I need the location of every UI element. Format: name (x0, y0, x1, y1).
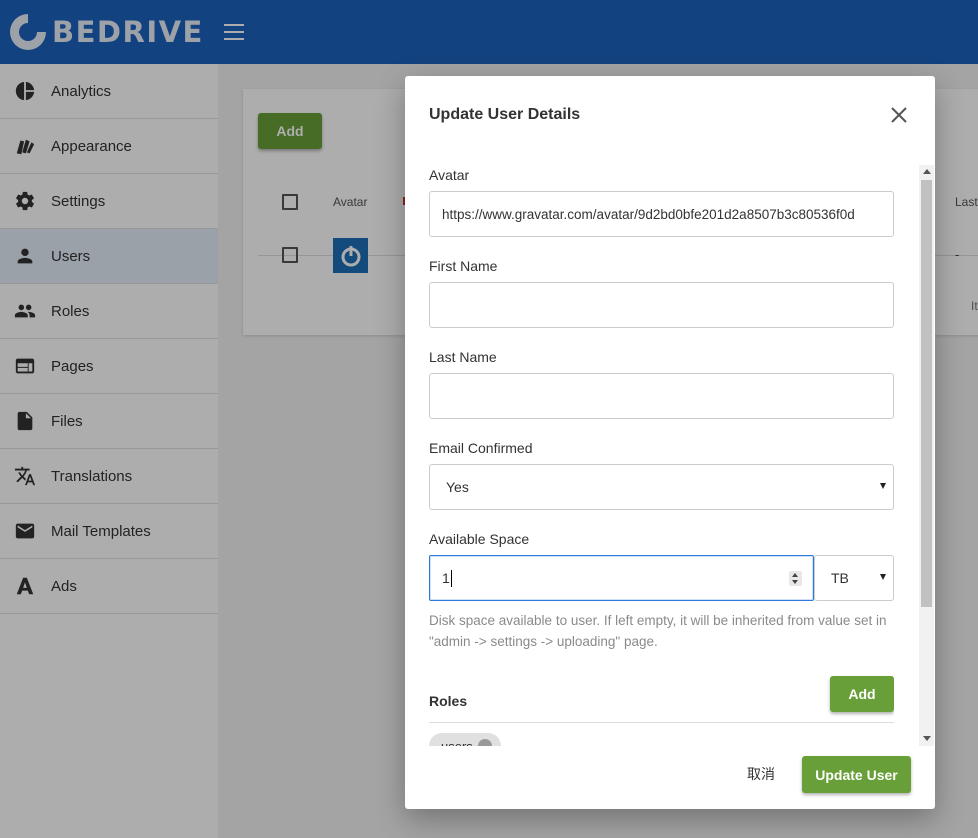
avatar-label: Avatar (429, 167, 470, 183)
space-unit-value: TB (831, 570, 849, 586)
available-space-input[interactable]: 1 (429, 555, 814, 601)
number-spinner-icon[interactable] (789, 571, 802, 586)
available-space-hint: Disk space available to user. If left em… (429, 613, 887, 649)
space-unit-select[interactable]: TB (814, 555, 894, 601)
first-name-label: First Name (429, 258, 498, 274)
roles-label: Roles (429, 693, 468, 709)
first-name-input[interactable] (429, 282, 894, 328)
last-name-input[interactable] (429, 373, 894, 419)
add-role-button[interactable]: Add (830, 676, 894, 712)
roles-divider (429, 722, 894, 723)
available-space-value: 1 (442, 570, 450, 586)
scroll-up-icon[interactable] (923, 169, 931, 174)
update-user-modal: Update User Details Avatar https://www.g… (405, 76, 935, 809)
chevron-down-icon (880, 574, 886, 580)
available-space-label: Available Space (429, 531, 530, 547)
last-name-label: Last Name (429, 349, 497, 365)
remove-chip-icon[interactable] (477, 739, 492, 746)
role-chip: users (429, 733, 501, 746)
chevron-down-icon (880, 483, 886, 489)
scroll-down-icon[interactable] (923, 736, 931, 741)
modal-scrollbar-thumb[interactable] (921, 180, 932, 607)
avatar-url-input[interactable]: https://www.gravatar.com/avatar/9d2bd0bf… (429, 191, 894, 237)
email-confirmed-select[interactable]: Yes (429, 464, 894, 510)
role-chip-label: users (441, 738, 473, 747)
close-icon[interactable] (887, 103, 911, 127)
modal-title: Update User Details (429, 106, 581, 123)
email-confirmed-label: Email Confirmed (429, 440, 533, 456)
email-confirmed-value: Yes (446, 479, 469, 495)
update-user-button[interactable]: Update User (802, 756, 911, 793)
cancel-button[interactable]: 取消 (735, 758, 787, 790)
text-cursor (450, 569, 452, 587)
modal-body: Avatar https://www.gravatar.com/avatar/9… (429, 164, 894, 746)
